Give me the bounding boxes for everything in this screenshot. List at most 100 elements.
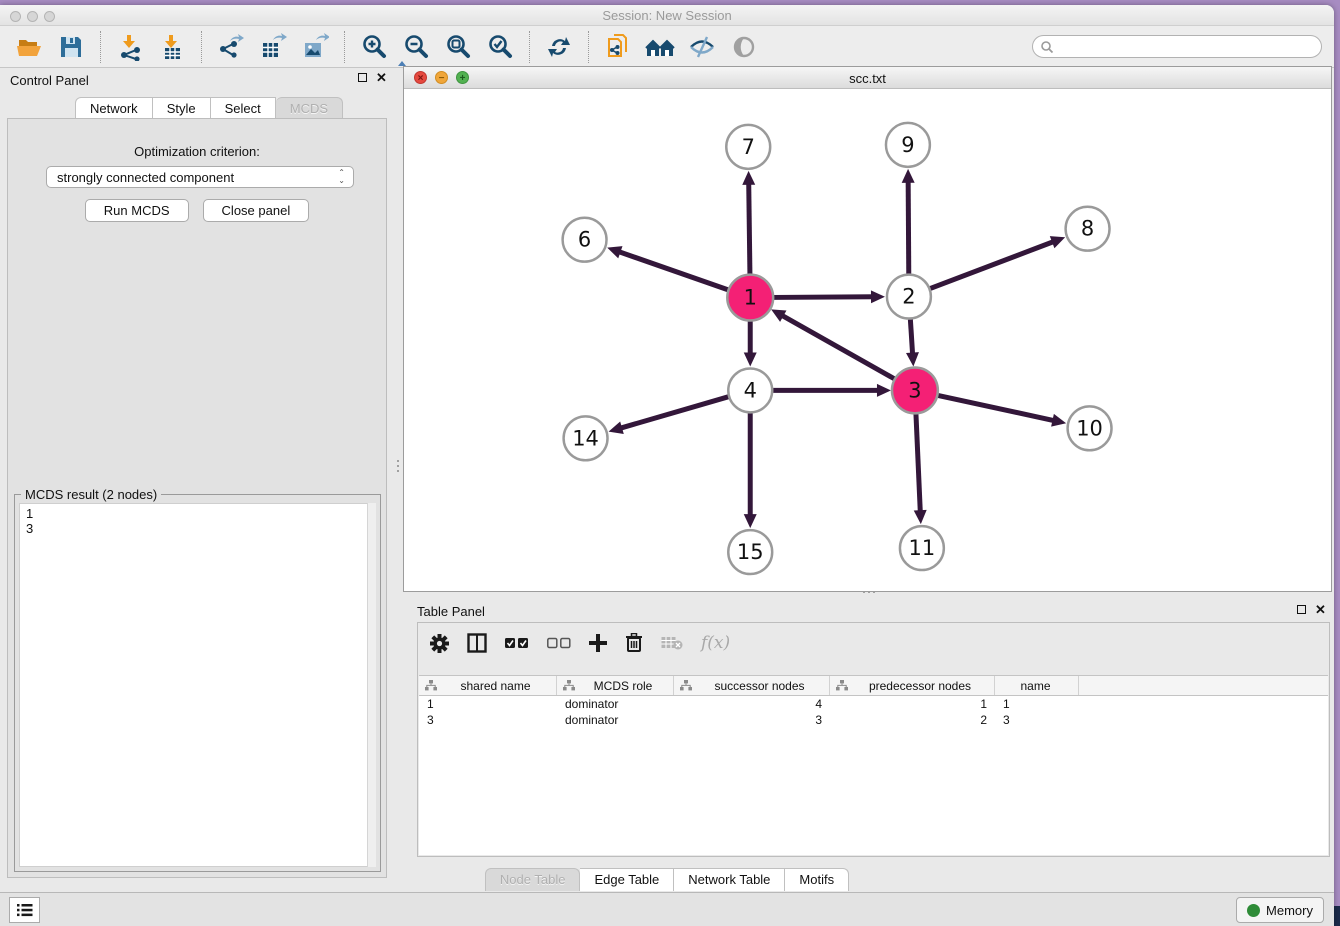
- table-cell[interactable]: 4: [674, 697, 830, 711]
- graph-node-label: 11: [909, 536, 936, 560]
- network-title: scc.txt: [404, 71, 1331, 86]
- column-header-MCDS-role[interactable]: MCDS role: [557, 676, 674, 695]
- hide-style-icon[interactable]: [687, 32, 717, 62]
- memory-label: Memory: [1266, 903, 1313, 918]
- toolbar-separator: [201, 31, 202, 63]
- graph-edge-3-11[interactable]: [916, 413, 920, 513]
- graph-edge-arrow: [742, 171, 755, 185]
- export-image-icon[interactable]: [300, 32, 330, 62]
- graph-node-label: 4: [744, 378, 757, 402]
- graph-node-label: 7: [742, 135, 755, 159]
- refresh-icon[interactable]: [544, 32, 574, 62]
- graph-edge-2-9[interactable]: [908, 180, 909, 274]
- memory-button[interactable]: Memory: [1236, 897, 1324, 923]
- column-icon[interactable]: [467, 633, 487, 653]
- float-panel-icon[interactable]: [358, 73, 367, 82]
- export-network-icon[interactable]: [216, 32, 246, 62]
- tab-mcds[interactable]: MCDS: [276, 97, 343, 120]
- main-toolbar: [0, 26, 1334, 68]
- show-graphics-icon[interactable]: [729, 32, 759, 62]
- search-field[interactable]: [1032, 35, 1322, 58]
- graph-node-label: 10: [1076, 416, 1103, 440]
- table-cell[interactable]: dominator: [557, 713, 674, 727]
- close-panel-icon[interactable]: ✕: [1315, 605, 1326, 614]
- table-cell[interactable]: 1: [830, 697, 995, 711]
- graph-edge-1-2[interactable]: [773, 297, 874, 298]
- close-panel-icon[interactable]: ✕: [376, 73, 387, 82]
- column-header-successor-nodes[interactable]: successor nodes: [674, 676, 830, 695]
- graph-edge-arrow: [744, 352, 757, 366]
- first-neighbors-icon[interactable]: [645, 32, 675, 62]
- graph-node-label: 6: [578, 228, 591, 252]
- table-row[interactable]: 1dominator411: [419, 696, 1328, 712]
- tab-network-table[interactable]: Network Table: [674, 868, 785, 891]
- table-header-row: shared nameMCDS rolesuccessor nodesprede…: [419, 676, 1328, 696]
- column-header-name[interactable]: name: [995, 676, 1079, 695]
- toolbar-separator: [529, 31, 530, 63]
- zoom-in-icon[interactable]: [359, 32, 389, 62]
- graph-node-label: 14: [572, 426, 599, 450]
- import-network-icon[interactable]: [115, 32, 145, 62]
- export-table-icon[interactable]: [258, 32, 288, 62]
- table-cell[interactable]: 2: [830, 713, 995, 727]
- zoom-selected-icon[interactable]: [485, 32, 515, 62]
- add-column-icon[interactable]: [589, 634, 607, 652]
- open-file-icon[interactable]: [14, 32, 44, 62]
- mcds-result-text[interactable]: 1 3: [19, 503, 376, 867]
- search-input[interactable]: [1054, 40, 1321, 54]
- delete-icon[interactable]: [625, 633, 643, 653]
- table-cell[interactable]: dominator: [557, 697, 674, 711]
- graph-edge-4-14[interactable]: [619, 397, 728, 429]
- graph-node-label: 9: [901, 133, 914, 157]
- network-canvas[interactable]: 7968124314101511: [404, 89, 1331, 591]
- graph-edge-arrow: [902, 169, 915, 183]
- gear-icon[interactable]: [430, 634, 449, 653]
- graph-edge-1-7[interactable]: [749, 182, 750, 275]
- table-cell[interactable]: 3: [419, 713, 557, 727]
- zoom-out-icon[interactable]: [401, 32, 431, 62]
- search-icon: [1040, 40, 1054, 54]
- graph-edge-3-1[interactable]: [781, 315, 895, 379]
- status-bar: Memory: [0, 892, 1334, 926]
- deselect-all-icon[interactable]: [547, 637, 571, 649]
- hierarchy-icon: [425, 680, 437, 691]
- close-panel-button[interactable]: Close panel: [203, 199, 310, 222]
- graph-edge-2-8[interactable]: [930, 241, 1055, 288]
- table-row[interactable]: 3dominator323: [419, 712, 1328, 728]
- mcds-result-scrollbar[interactable]: [367, 503, 376, 867]
- column-header-shared-name[interactable]: shared name: [419, 676, 557, 695]
- table-cell[interactable]: 3: [995, 713, 1079, 727]
- graph-edge-arrow: [609, 421, 624, 433]
- table-cell[interactable]: 3: [674, 713, 830, 727]
- list-icon: [17, 903, 33, 917]
- tab-network[interactable]: Network: [75, 97, 153, 120]
- run-mcds-button[interactable]: Run MCDS: [85, 199, 189, 222]
- vertical-splitter-handle[interactable]: [395, 460, 401, 482]
- graph-edge-1-6[interactable]: [618, 251, 729, 290]
- hierarchy-icon: [563, 680, 575, 691]
- clone-network-icon[interactable]: [603, 32, 633, 62]
- tab-style[interactable]: Style: [153, 97, 211, 120]
- control-panel-title: Control Panel: [10, 73, 89, 88]
- tab-motifs[interactable]: Motifs: [785, 868, 849, 891]
- table-cell[interactable]: 1: [419, 697, 557, 711]
- table-panel: f(x) shared nameMCDS rolesuccessor nodes…: [417, 622, 1330, 857]
- zoom-fit-icon[interactable]: [443, 32, 473, 62]
- optimization-criterion-select[interactable]: strongly connected component ⌃⌄: [46, 166, 354, 188]
- optimization-criterion-label: Optimization criterion:: [8, 144, 386, 159]
- graph-edge-2-3[interactable]: [910, 319, 912, 355]
- float-panel-icon[interactable]: [1297, 605, 1306, 614]
- network-graph: 7968124314101511: [404, 89, 1331, 591]
- select-all-icon[interactable]: [505, 637, 529, 649]
- graph-edge-arrow: [1051, 414, 1066, 427]
- column-header-predecessor-nodes[interactable]: predecessor nodes: [830, 676, 995, 695]
- task-history-button[interactable]: [9, 897, 40, 923]
- graph-edge-3-10[interactable]: [937, 395, 1055, 421]
- import-table-icon[interactable]: [157, 32, 187, 62]
- save-session-icon[interactable]: [56, 32, 86, 62]
- graph-edge-arrow: [871, 290, 885, 303]
- tab-select[interactable]: Select: [211, 97, 276, 120]
- tab-node-table[interactable]: Node Table: [485, 868, 581, 891]
- table-cell[interactable]: 1: [995, 697, 1079, 711]
- tab-edge-table[interactable]: Edge Table: [580, 868, 674, 891]
